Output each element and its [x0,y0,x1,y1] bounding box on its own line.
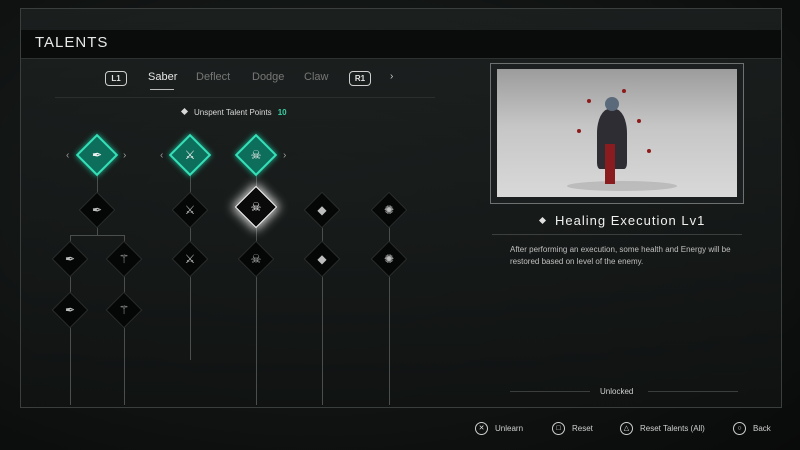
chevron-right-icon[interactable]: › [123,150,126,161]
raven-icon: ✒ [91,148,103,162]
connector-line [322,275,323,405]
chevron-left-icon[interactable]: ‹ [66,150,69,161]
connector-line [124,325,125,405]
reset-all-label: Reset Talents (All) [640,424,705,433]
skill-title: Healing Execution Lv1 [538,213,706,228]
blood-splatter [647,149,651,153]
button-hints: ✕ Unlearn □ Reset △ Reset Talents (All) ○ Ba… [0,422,800,438]
connector-line [70,235,124,236]
skill-name-text: Healing Execution Lv1 [555,213,706,228]
character-head [605,97,619,111]
blood-splatter [637,119,641,123]
diamond-bullet-icon [180,107,189,116]
unlearn-label: Unlearn [495,424,524,433]
tab-claw[interactable]: Claw [304,71,328,83]
blood-splatter [577,129,581,133]
status-divider-right [648,391,738,392]
tabs-divider [55,97,435,98]
cross-button-icon: ✕ [475,422,488,435]
tab-dodge[interactable]: Dodge [252,71,284,83]
chevron-right-icon[interactable]: › [390,71,393,82]
unlearn-hint[interactable]: ✕ Unlearn [475,422,523,435]
connector-line [389,275,390,405]
connector-line [70,325,71,405]
reset-label: Reset [572,424,593,433]
back-hint[interactable]: ○ Back [733,422,771,435]
reset-hint[interactable]: □ Reset [552,422,593,435]
status-divider-left [510,391,590,392]
skill-description: After performing an execution, some heal… [510,245,731,266]
tab-saber[interactable]: Saber [148,71,177,83]
square-button-icon: □ [552,422,565,435]
skull-icon: ☠ [250,200,262,214]
reset-all-hint[interactable]: △ Reset Talents (All) [620,422,705,435]
connector-line [256,275,257,405]
title-divider [21,58,781,59]
block-icon: ◆ [317,203,327,217]
points-value: 10 [277,108,287,117]
triangle-button-icon: △ [620,422,633,435]
raven-icon: ✒ [91,203,103,217]
chevron-left-icon[interactable]: ‹ [160,150,163,161]
back-label: Back [753,424,771,433]
tab-deflect[interactable]: Deflect [196,71,230,83]
claw-icon: ⚚ [118,252,130,266]
ground-shadow [567,181,677,191]
connector-line [190,275,191,360]
blade-icon: ⚔ [184,148,196,162]
active-tab-indicator [150,89,174,90]
blood-splatter [622,89,626,93]
skull-icon: ☠ [250,148,262,162]
skull-icon: ☠ [250,252,262,266]
diamond-bullet-icon [538,216,547,225]
skill-status: Unlocked [600,387,634,396]
skill-preview-video [497,69,737,197]
spiral-icon: ✺ [383,203,395,217]
title-bar [21,30,781,58]
chevron-right-icon[interactable]: › [283,150,286,161]
points-label: Unspent Talent Points [194,108,272,117]
skill-divider [492,234,742,235]
blade-icon: ⚔ [184,252,196,266]
unspent-points: Unspent Talent Points 10 [180,107,287,117]
blade-icon: ⚔ [184,203,196,217]
raven-icon: ✒ [64,303,76,317]
l1-button[interactable]: L1 [105,71,127,86]
page-title: TALENTS [35,34,109,51]
block-icon: ◆ [317,252,327,266]
blood-splatter [587,99,591,103]
spiral-icon: ✺ [383,252,395,266]
claw-icon: ⚚ [118,303,130,317]
r1-button[interactable]: R1 [349,71,371,86]
character-cape [605,144,615,184]
raven-icon: ✒ [64,252,76,266]
circle-button-icon: ○ [733,422,746,435]
